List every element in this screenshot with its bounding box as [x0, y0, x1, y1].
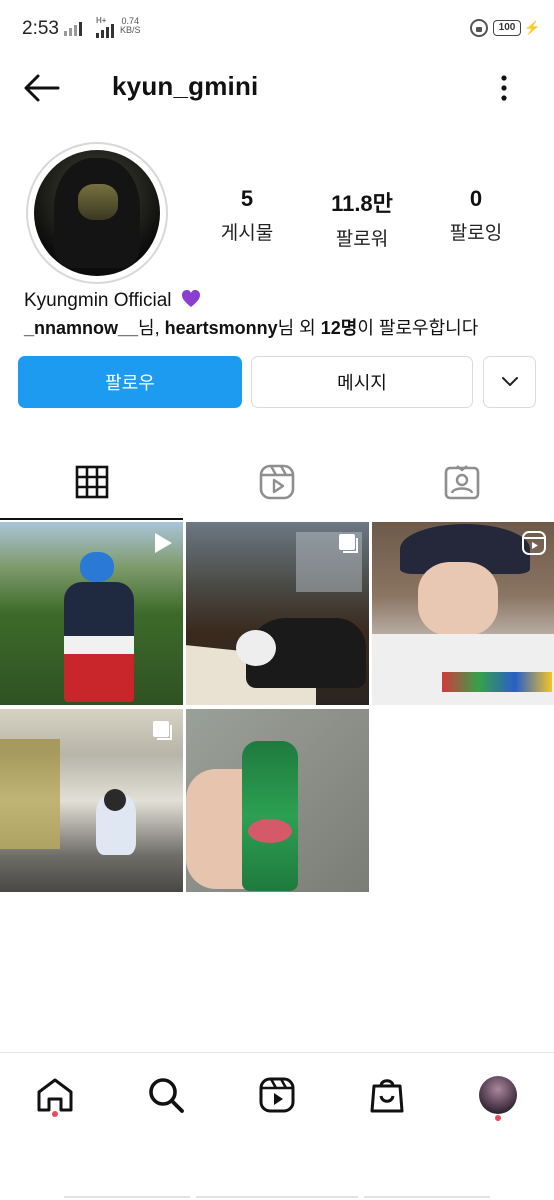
posts-label: 게시물: [220, 223, 274, 244]
post-thumbnail[interactable]: [186, 522, 369, 705]
post-thumbnail[interactable]: [0, 522, 183, 705]
profile-header: kyun_gmini: [0, 58, 554, 118]
status-time: 2:53: [22, 18, 59, 39]
post-thumbnail[interactable]: [186, 709, 369, 892]
signal-icon-2: [96, 22, 114, 38]
reels-icon: [259, 1077, 295, 1113]
posts-stat[interactable]: 5 게시물: [192, 186, 302, 245]
follower-count: 12명: [320, 318, 358, 338]
search-icon: [149, 1078, 184, 1113]
bottom-navigation: [0, 1052, 554, 1149]
profile-avatar-small: [479, 1076, 517, 1114]
carousel-icon: [153, 721, 172, 740]
reels-icon: [259, 464, 295, 500]
network-speed: 0.74 KB/S: [120, 17, 141, 35]
gesture-bar: [364, 1196, 490, 1198]
profile-notification-dot: [495, 1115, 501, 1121]
video-icon: [155, 533, 172, 553]
followed-by-sep2: 님 외: [277, 318, 321, 338]
tab-tagged[interactable]: [370, 444, 554, 520]
charging-icon: ⚡: [524, 20, 541, 35]
followed-by-sep1: 님,: [138, 318, 165, 338]
rotation-lock-icon: [470, 19, 488, 37]
nav-search[interactable]: [138, 1067, 194, 1123]
following-stat[interactable]: 0 팔로잉: [421, 186, 531, 245]
gesture-bar: [64, 1196, 190, 1198]
bio-name: Kyungmin Official: [24, 286, 201, 312]
profile-username: kyun_gmini: [112, 71, 259, 101]
follow-button[interactable]: 팔로우: [18, 356, 242, 408]
battery-icon: 100: [493, 20, 521, 36]
message-button[interactable]: 메시지: [251, 356, 473, 408]
followers-stat[interactable]: 11.8만 팔로워: [307, 186, 417, 251]
tab-reels[interactable]: [185, 444, 369, 520]
grid-icon: [75, 465, 109, 499]
chevron-down-icon: [501, 377, 518, 386]
tagged-icon: [444, 465, 480, 500]
following-label: 팔로잉: [449, 223, 503, 244]
back-arrow-icon[interactable]: [22, 72, 62, 104]
purple-heart-icon: [181, 290, 200, 307]
more-options-icon[interactable]: [494, 70, 514, 106]
signal-icon: [64, 20, 82, 36]
bio-name-text: Kyungmin Official: [24, 290, 172, 311]
followers-count: 11.8만: [331, 191, 393, 216]
home-notification-dot: [52, 1111, 58, 1117]
followed-by-suffix: 이 팔로우합니다: [357, 318, 479, 338]
speed-unit: KB/S: [120, 25, 141, 35]
status-bar: 2:53 H+ 0.74 KB/S 100 ⚡: [0, 0, 554, 58]
profile-avatar[interactable]: [34, 150, 160, 276]
followers-label: 팔로워: [335, 229, 389, 250]
nav-shop[interactable]: [359, 1067, 415, 1123]
reel-icon: [522, 531, 546, 555]
post-thumbnail[interactable]: [372, 522, 554, 705]
gesture-bar: [196, 1196, 358, 1198]
carousel-icon: [339, 534, 358, 553]
nav-reels[interactable]: [249, 1067, 305, 1123]
follower-name-2[interactable]: heartsmonny: [165, 318, 278, 338]
active-tab-indicator: [0, 518, 183, 520]
following-count: 0: [469, 186, 483, 211]
shop-icon: [370, 1079, 404, 1113]
post-thumbnail[interactable]: [0, 709, 183, 892]
follower-name-1[interactable]: _nnamnow__: [24, 318, 138, 338]
profile-avatar-ring[interactable]: [26, 142, 168, 284]
suggested-toggle-button[interactable]: [483, 356, 536, 408]
posts-count: 5: [240, 186, 254, 211]
tab-posts-grid[interactable]: [0, 444, 184, 520]
home-icon: [37, 1078, 73, 1112]
followed-by-text[interactable]: _nnamnow__님, heartsmonny님 외 12명이 팔로우합니다: [24, 314, 478, 340]
